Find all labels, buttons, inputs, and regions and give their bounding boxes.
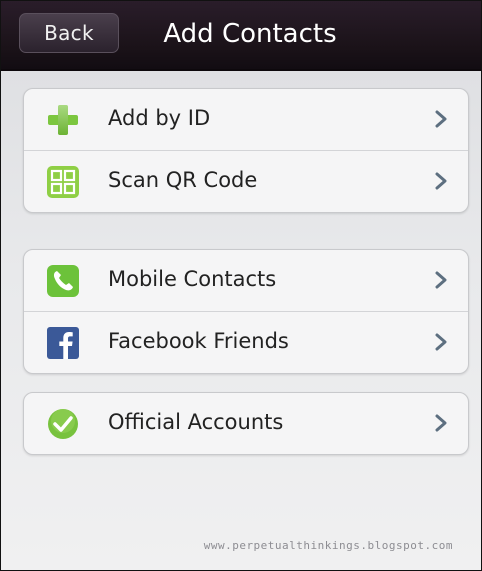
- chevron-right-icon: [435, 172, 447, 190]
- qr-code-icon: [47, 166, 79, 198]
- verified-check-icon: [48, 409, 78, 439]
- add-by-id-label: Add by ID: [108, 106, 211, 130]
- content-area: Add by ID Scan QR Code Mobile Contacts F…: [1, 71, 481, 570]
- import-contacts-group: Mobile Contacts Facebook Friends: [23, 249, 469, 374]
- facebook-friends-row[interactable]: Facebook Friends: [24, 311, 468, 373]
- chevron-right-icon: [435, 271, 447, 289]
- phone-screen: Back Add Contacts Add by ID Scan QR Code…: [0, 0, 482, 571]
- official-accounts-label: Official Accounts: [108, 410, 284, 434]
- watermark-text: www.perpetualthinkings.blogspot.com: [203, 539, 453, 552]
- mobile-contacts-label: Mobile Contacts: [108, 267, 277, 291]
- chevron-right-icon: [435, 333, 447, 351]
- scan-qr-code-label: Scan QR Code: [108, 168, 258, 192]
- mobile-contacts-row[interactable]: Mobile Contacts: [24, 250, 468, 311]
- add-methods-group: Add by ID Scan QR Code: [23, 88, 469, 213]
- add-by-id-row[interactable]: Add by ID: [24, 89, 468, 150]
- phone-icon: [47, 265, 79, 297]
- plus-icon: [48, 105, 78, 135]
- navigation-bar: Back Add Contacts: [1, 1, 481, 71]
- official-accounts-group: Official Accounts: [23, 392, 469, 455]
- chevron-right-icon: [435, 110, 447, 128]
- scan-qr-code-row[interactable]: Scan QR Code: [24, 150, 468, 212]
- official-accounts-row[interactable]: Official Accounts: [24, 393, 468, 454]
- page-title: Add Contacts: [163, 19, 337, 49]
- facebook-friends-label: Facebook Friends: [108, 329, 289, 353]
- facebook-icon: [47, 327, 79, 359]
- chevron-right-icon: [435, 414, 447, 432]
